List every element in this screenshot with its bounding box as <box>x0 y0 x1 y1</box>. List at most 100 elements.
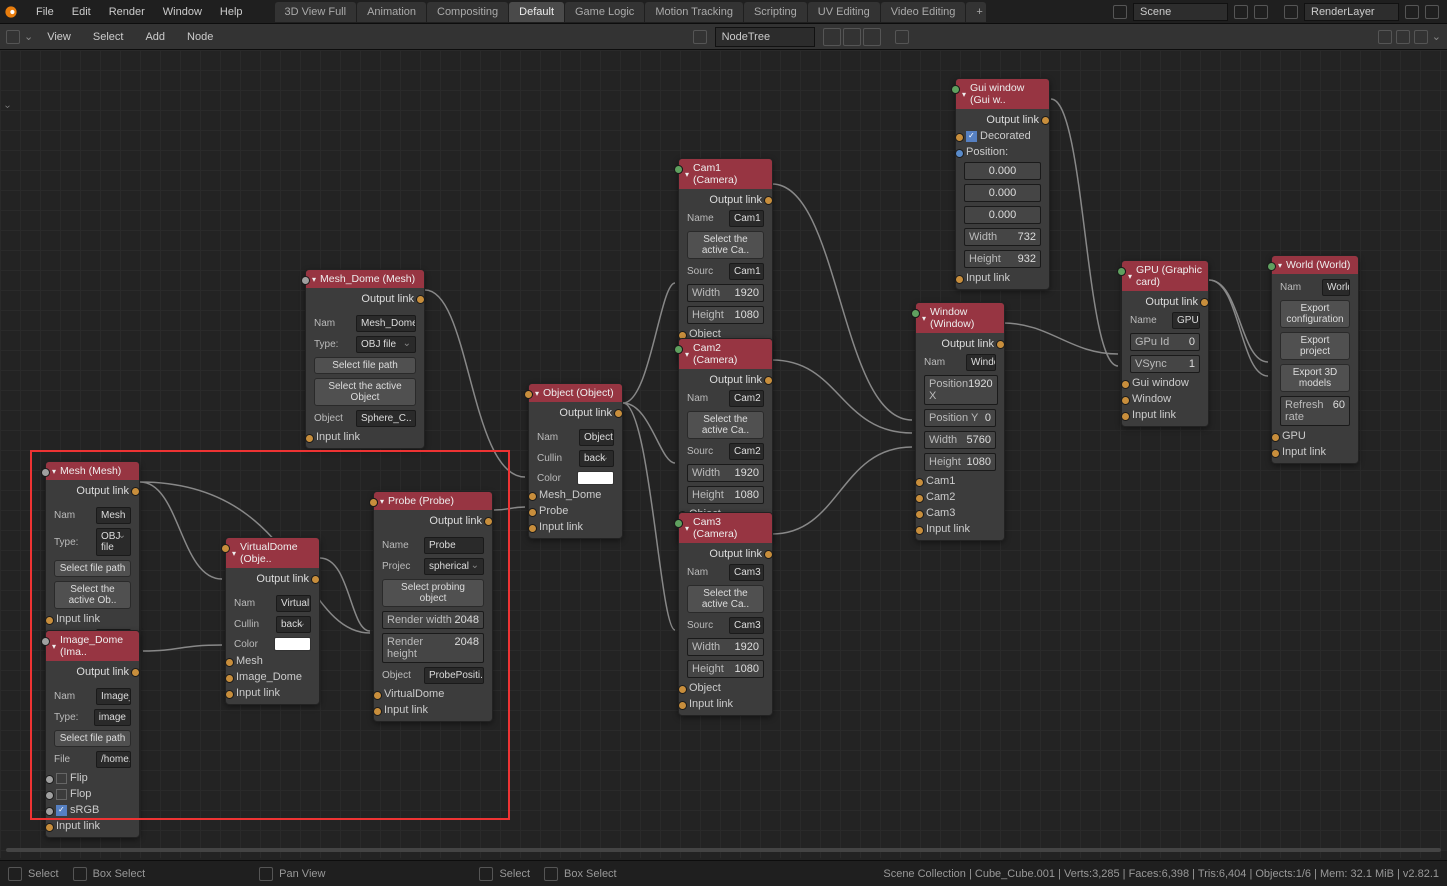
source-input[interactable]: Cam2 <box>729 443 764 460</box>
gpuid[interactable]: GPu Id0 <box>1130 333 1200 351</box>
node-title[interactable]: Cam1 (Camera) <box>679 159 772 189</box>
posx[interactable]: Position X1920 <box>924 375 998 405</box>
height[interactable]: Height1080 <box>687 486 764 504</box>
culling-select[interactable]: back <box>579 450 614 467</box>
export-project-button[interactable]: Export project <box>1280 332 1350 360</box>
node-title[interactable]: Object (Object) <box>529 384 622 402</box>
scene-copy-icon[interactable] <box>1234 5 1248 19</box>
width[interactable]: Width1920 <box>687 638 764 656</box>
tab-compositing[interactable]: Compositing <box>427 2 508 22</box>
menu-window[interactable]: Window <box>155 2 210 22</box>
pos0[interactable]: 0.000 <box>964 162 1041 180</box>
select-file-button[interactable]: Select file path <box>314 357 416 374</box>
tab-3dview[interactable]: 3D View Full <box>275 2 357 22</box>
node-mesh-dome[interactable]: Mesh_Dome (Mesh) Output link NamMesh_Dom… <box>305 269 425 449</box>
export-config-button[interactable]: Export configuration <box>1280 300 1350 328</box>
node-title[interactable]: Cam3 (Camera) <box>679 513 772 543</box>
pin-icon[interactable] <box>895 30 909 44</box>
scene-close-icon[interactable] <box>1254 5 1268 19</box>
color-swatch[interactable] <box>577 471 615 485</box>
node-gpu[interactable]: GPU (Graphic card) Output link NameGPU G… <box>1121 260 1209 427</box>
menu-file[interactable]: File <box>28 2 62 22</box>
node-title[interactable]: Mesh_Dome (Mesh) <box>306 270 424 288</box>
pos2[interactable]: 0.000 <box>964 206 1041 224</box>
tree-browse-icon[interactable] <box>693 30 707 44</box>
tab-video[interactable]: Video Editing <box>881 2 966 22</box>
select-cam-button[interactable]: Select the active Ca.. <box>687 411 764 439</box>
scene-name-input[interactable]: Scene <box>1133 3 1228 21</box>
overlay-icon[interactable] <box>1396 30 1410 44</box>
tab-add-icon[interactable]: + <box>966 2 986 22</box>
source-input[interactable]: Cam1 <box>729 263 764 280</box>
tab-gamelogic[interactable]: Game Logic <box>565 2 644 22</box>
node-title[interactable]: GPU (Graphic card) <box>1122 261 1208 291</box>
name-input[interactable]: World <box>1322 279 1350 296</box>
node-canvas[interactable]: › Mesh (Mesh) Output link NamMesh Type:O… <box>0 50 1447 858</box>
height[interactable]: Height1080 <box>924 453 996 471</box>
export-3d-button[interactable]: Export 3D models <box>1280 364 1350 392</box>
refresh-rate[interactable]: Refresh rate60 <box>1280 396 1350 426</box>
node-title[interactable]: World (World) <box>1272 256 1358 274</box>
sidebar-expand-icon[interactable]: › <box>2 105 13 108</box>
layer-close-icon[interactable] <box>1425 5 1439 19</box>
name-input[interactable]: Cam1 <box>729 210 764 227</box>
tab-uv[interactable]: UV Editing <box>808 2 880 22</box>
menu-help[interactable]: Help <box>212 2 251 22</box>
label: Sourc <box>687 620 725 631</box>
node-title[interactable]: Window (Window) <box>916 303 1004 333</box>
node-window[interactable]: Window (Window) Output link NamWindow Po… <box>915 302 1005 541</box>
copy-tree-icon[interactable] <box>843 28 861 46</box>
type-select[interactable]: OBJ file <box>356 336 416 353</box>
layer-copy-icon[interactable] <box>1405 5 1419 19</box>
options-icon[interactable] <box>1414 30 1428 44</box>
menu-view[interactable]: View <box>37 27 81 47</box>
width[interactable]: Width5760 <box>924 431 996 449</box>
menu-edit[interactable]: Edit <box>64 2 99 22</box>
height[interactable]: Height1080 <box>687 660 764 678</box>
width[interactable]: Width732 <box>964 228 1041 246</box>
menu-node[interactable]: Node <box>177 27 223 47</box>
scroll-h[interactable] <box>6 848 1441 852</box>
name-input[interactable]: Cam3 <box>729 564 764 581</box>
node-world[interactable]: World (World) NamWorld Export configurat… <box>1271 255 1359 464</box>
layer-browse-icon[interactable] <box>1284 5 1298 19</box>
editor-type-icon[interactable] <box>6 30 20 44</box>
name-input[interactable]: GPU <box>1172 312 1200 329</box>
snap-icon[interactable] <box>1378 30 1392 44</box>
shield-icon[interactable] <box>823 28 841 46</box>
unlink-tree-icon[interactable] <box>863 28 881 46</box>
name-input[interactable]: Mesh_Dome <box>356 315 416 332</box>
node-cam1[interactable]: Cam1 (Camera) Output link NameCam1 Selec… <box>678 158 773 362</box>
node-object[interactable]: Object (Object) Output link NamObject Cu… <box>528 383 623 539</box>
decorated-check[interactable]: Decorated <box>960 128 1045 144</box>
vsync[interactable]: VSync1 <box>1130 355 1200 373</box>
node-title[interactable]: Cam2 (Camera) <box>679 339 772 369</box>
pos1[interactable]: 0.000 <box>964 184 1041 202</box>
menu-add[interactable]: Add <box>135 27 175 47</box>
layer-name-input[interactable]: RenderLayer <box>1304 3 1399 21</box>
node-gui-window[interactable]: Gui window (Gui w.. Output link Decorate… <box>955 78 1050 290</box>
select-cam-button[interactable]: Select the active Ca.. <box>687 231 764 259</box>
width[interactable]: Width1920 <box>687 284 764 302</box>
select-object-button[interactable]: Select the active Object <box>314 378 416 406</box>
scene-browse-icon[interactable] <box>1113 5 1127 19</box>
node-title[interactable]: Gui window (Gui w.. <box>956 79 1049 109</box>
tab-motion[interactable]: Motion Tracking <box>645 2 743 22</box>
tab-default[interactable]: Default <box>509 2 564 22</box>
source-input[interactable]: Cam3 <box>729 617 764 634</box>
nodetree-input[interactable]: NodeTree <box>715 27 815 47</box>
name-input[interactable]: Object <box>579 429 614 446</box>
node-cam3[interactable]: Cam3 (Camera) Output link NamCam3 Select… <box>678 512 773 716</box>
menu-select[interactable]: Select <box>83 27 134 47</box>
name-input[interactable]: Cam2 <box>729 390 764 407</box>
menu-render[interactable]: Render <box>101 2 153 22</box>
height[interactable]: Height932 <box>964 250 1041 268</box>
tab-scripting[interactable]: Scripting <box>744 2 807 22</box>
height[interactable]: Height1080 <box>687 306 764 324</box>
width[interactable]: Width1920 <box>687 464 764 482</box>
tab-animation[interactable]: Animation <box>357 2 426 22</box>
select-cam-button[interactable]: Select the active Ca.. <box>687 585 764 613</box>
object-input[interactable]: Sphere_C.. <box>356 410 416 427</box>
name-input[interactable]: Window <box>966 354 996 371</box>
posy[interactable]: Position Y0 <box>924 409 996 427</box>
